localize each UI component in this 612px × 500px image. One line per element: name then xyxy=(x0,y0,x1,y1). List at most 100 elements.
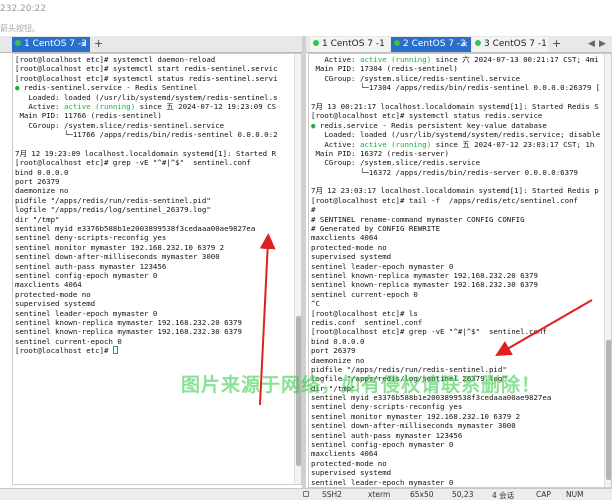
session-status-icon xyxy=(15,40,21,46)
add-tab-button[interactable]: + xyxy=(552,37,561,51)
hint-bar: 箭头按钮。 xyxy=(0,20,612,36)
left-terminal[interactable]: [root@localhost etc]# systemctl daemon-r… xyxy=(12,53,302,485)
terminal-line: maxclients 4064 xyxy=(15,280,82,290)
right-scrollbar[interactable] xyxy=(604,54,611,487)
terminal-line: dir "/tmp" xyxy=(15,214,60,224)
status-bar: SSH2 xterm 65x50 50,23 4 会话 CAP NUM xyxy=(0,488,612,500)
watermark-text: 图片来源于网络，如有侵权请联系删除！ xyxy=(181,374,542,396)
tab-centos-7-1-b[interactable]: 3 CentOS 7 -1 xyxy=(472,37,548,52)
terminal-line: [root@localhost etc]# systemctl start re… xyxy=(15,64,278,74)
terminal-line: └─16372 /apps/redis/bin/redis-server 0.0… xyxy=(311,167,578,177)
terminal-line: sentinel known-replica mymaster 192.168.… xyxy=(15,327,242,337)
status-num: NUM xyxy=(566,490,584,499)
terminal-line: sentinel config-epoch mymaster 0 xyxy=(311,440,454,450)
top-bar: 232.20:22 xyxy=(0,0,612,20)
terminal-line: [root@localhost etc]# systemctl status r… xyxy=(15,73,278,83)
terminal-line: sentinel monitor mymaster 192.168.232.10… xyxy=(311,411,521,421)
right-tab-strip: 1 CentOS 7 -1 2 CentOS 7 -2 ✕ 3 CentOS 7… xyxy=(306,36,612,53)
terminal-line: 7月 13 00:21:17 localhost.localdomain sys… xyxy=(311,101,599,111)
terminal-line: ^C xyxy=(311,299,320,309)
terminal-line: daemonize no xyxy=(311,355,365,365)
terminal-line: 7月 12 23:03:17 localhost.localdomain sys… xyxy=(311,186,599,196)
right-terminal-output: Active: active (running) since 六 2024-07… xyxy=(311,55,601,487)
left-tab-strip: 1 CentOS 7 -3 ✕ + xyxy=(0,36,302,53)
terminal-line: bind 0.0.0.0 xyxy=(311,336,365,346)
left-scrollbar[interactable] xyxy=(294,54,301,484)
terminal-line: Main PID: 11766 (redis-sentinel) xyxy=(15,111,162,121)
close-tab-icon[interactable]: ✕ xyxy=(80,37,87,52)
terminal-line: Main PID: 17304 (redis-sentinel) xyxy=(311,64,458,74)
terminal-line: supervised systemd xyxy=(15,299,96,309)
terminal-line: port 26379 xyxy=(311,346,356,356)
left-terminal-output: [root@localhost etc]# systemctl daemon-r… xyxy=(15,55,278,356)
scrollbar-thumb[interactable] xyxy=(606,340,611,480)
status-terminal: xterm xyxy=(368,490,391,499)
terminal-line: ● redis-sentinel.service - Redis Sentine… xyxy=(15,83,198,93)
tab-label: 1 CentOS 7 -3 xyxy=(24,39,87,49)
terminal-line: sentinel down-after-milliseconds mymaste… xyxy=(311,421,516,431)
pane-splitter[interactable] xyxy=(302,36,306,488)
status-cursor: 50,23 xyxy=(452,490,474,499)
terminal-line: logfile "/apps/redis/log/sentinel_26379.… xyxy=(15,205,211,215)
terminal-line: protected-mode no xyxy=(15,289,91,299)
status-protocol: SSH2 xyxy=(322,490,342,499)
terminal-line: CGroup: /system.slice/redis-sentinel.ser… xyxy=(15,120,225,130)
terminal-line: sentinel current-epoch 0 xyxy=(15,336,122,346)
right-terminal[interactable]: Active: active (running) since 六 2024-07… xyxy=(308,53,612,488)
session-status-icon xyxy=(313,40,319,46)
terminal-line: [root@localhost etc]# systemctl daemon-r… xyxy=(15,55,216,64)
tab-label: 2 CentOS 7 -2 xyxy=(403,39,466,49)
session-status-icon xyxy=(394,40,400,46)
terminal-line: sentinel down-after-milliseconds mymaste… xyxy=(15,252,220,262)
terminal-line: sentinel known-replica mymaster 192.168.… xyxy=(15,317,242,327)
lock-icon xyxy=(303,491,309,497)
close-tab-icon[interactable]: ✕ xyxy=(461,37,468,52)
terminal-line: bind 0.0.0.0 xyxy=(15,167,69,177)
terminal-line: sentinel auth-pass mymaster 123456 xyxy=(311,430,463,440)
tab-prev-button[interactable]: ◀ xyxy=(588,37,595,51)
hint-text: 箭头按钮。 xyxy=(0,24,40,33)
terminal-line: [root@localhost etc]# tail -f /apps/redi… xyxy=(311,195,578,205)
terminal-line: protected-mode no xyxy=(311,458,387,468)
tab-centos-7-3[interactable]: 1 CentOS 7 -3 ✕ xyxy=(12,37,90,52)
terminal-line: sentinel deny-scripts-reconfig yes xyxy=(311,402,463,412)
terminal-line: sentinel leader-epoch mymaster 0 xyxy=(15,308,158,318)
terminal-line: └─17304 /apps/redis/bin/redis-sentinel 0… xyxy=(311,83,601,93)
terminal-line: CGroup: /system.slice/redis.service xyxy=(311,158,481,168)
status-bullet-icon: ● xyxy=(15,83,20,93)
terminal-line: CGroup: /system.slice/redis-sentinel.ser… xyxy=(311,73,521,83)
terminal-line: maxclients 4064 xyxy=(311,449,378,459)
top-time: 232.20:22 xyxy=(0,4,46,14)
terminal-line: [root@localhost etc]# systemctl status r… xyxy=(311,111,543,121)
terminal-line: sentinel auth-pass mymaster 123456 xyxy=(15,261,167,271)
add-tab-button[interactable]: + xyxy=(94,37,103,51)
terminal-line: sentinel known-replica mymaster 192.168.… xyxy=(311,270,538,280)
terminal-line: Main PID: 16372 (redis-server) xyxy=(311,148,449,158)
terminal-line: [root@localhost etc]# ls xyxy=(311,308,418,318)
terminal-line: sentinel current-epoch 0 xyxy=(311,289,418,299)
status-size: 65x50 xyxy=(410,490,434,499)
terminal-line: Active: active (running) since 五 2024-07… xyxy=(311,139,595,149)
terminal-line: maxclients 4064 xyxy=(311,233,378,243)
tab-centos-7-2[interactable]: 2 CentOS 7 -2 ✕ xyxy=(391,37,471,52)
tab-next-button[interactable]: ▶ xyxy=(599,37,606,51)
terminal-line: sentinel leader-epoch mymaster 0 xyxy=(311,477,454,487)
terminal-line: daemonize no xyxy=(15,186,69,196)
terminal-line: protected-mode no xyxy=(311,242,387,252)
tab-centos-7-1[interactable]: 1 CentOS 7 -1 xyxy=(310,37,390,52)
status-caps: CAP xyxy=(536,490,551,499)
terminal-cursor xyxy=(112,346,118,355)
terminal-line: # xyxy=(311,205,316,215)
tab-label: 1 CentOS 7 -1 xyxy=(322,39,385,49)
terminal-line: pidfile "/apps/redis/run/redis-sentinel.… xyxy=(15,195,211,205)
terminal-line: sentinel known-replica mymaster 192.168.… xyxy=(311,280,538,290)
terminal-line: Loaded: loaded (/usr/lib/systemd/system/… xyxy=(311,130,601,140)
terminal-line: supervised systemd xyxy=(311,468,392,478)
terminal-line: Active: active (running) since 五 2024-07… xyxy=(15,101,277,111)
terminal-line: [root@localhost etc]# grep -vE "^#|^$" s… xyxy=(15,158,251,168)
terminal-line: # SENTINEL rename-command mymaster CONFI… xyxy=(311,214,525,224)
terminal-line: sentinel config-epoch mymaster 0 xyxy=(15,270,158,280)
terminal-line: ● redis.service - Redis persistent key-v… xyxy=(311,120,547,130)
